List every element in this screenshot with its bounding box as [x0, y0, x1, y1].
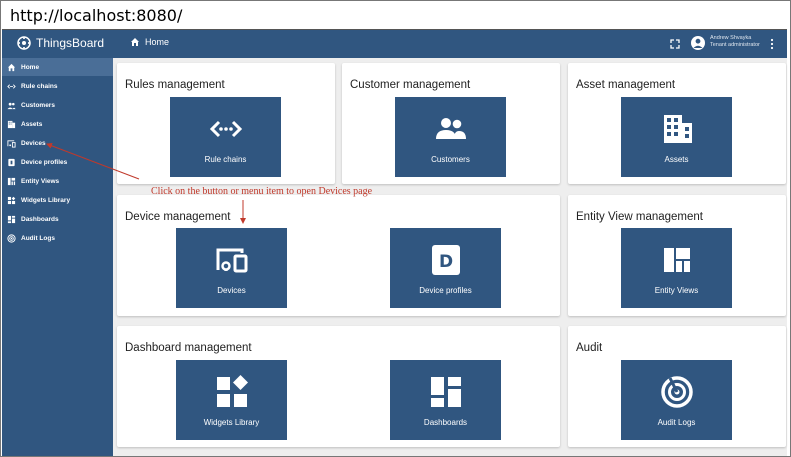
devices-icon [216, 248, 247, 273]
tile-label: Widgets Library [203, 418, 260, 427]
card-title: Rules management [125, 79, 225, 91]
dashboards-icon [7, 215, 16, 223]
entity-views-icon [7, 177, 16, 185]
audit-logs-icon [7, 233, 16, 243]
device-management-card: Device management Devices D Device profi… [117, 195, 560, 316]
tile-label: Device profiles [419, 286, 472, 295]
sidebar-item-label: Home [21, 63, 40, 71]
rules-management-card: Rules management Rule chains [117, 63, 335, 184]
more-vert-icon[interactable] [769, 38, 775, 50]
device-profile-icon [8, 158, 15, 166]
breadcrumb[interactable]: Home [130, 37, 169, 47]
devices-icon [7, 139, 16, 148]
tile-label: Dashboards [423, 418, 468, 427]
widgets-icon [216, 375, 248, 407]
sidebar-item-home[interactable]: Home [2, 58, 113, 76]
rule-chain-icon [209, 120, 242, 138]
top-toolbar: ThingsBoard Home Andrew Shvayka Tenant a… [2, 30, 787, 58]
tile-label: Audit Logs [657, 418, 696, 427]
sidebar: Home Rule chains Customers Assets Device… [2, 58, 113, 456]
card-title: Customer management [350, 79, 471, 91]
url-text: http://localhost:8080/ [10, 6, 183, 25]
sidebar-item-label: Customers [21, 101, 55, 109]
devices-tile[interactable]: Devices [176, 228, 287, 308]
audit-card: Audit Audit Logs [568, 326, 786, 447]
user-role: Tenant administrator [710, 42, 760, 48]
assets-tile[interactable]: Assets [621, 97, 732, 177]
sidebar-item-widgets-library[interactable]: Widgets Library [2, 191, 113, 209]
home-icon [131, 38, 139, 46]
tile-label: Assets [664, 155, 689, 164]
user-avatar[interactable] [691, 36, 705, 50]
app-name: ThingsBoard [36, 36, 105, 50]
sidebar-item-dashboards[interactable]: Dashboards [2, 210, 113, 228]
assets-icon [7, 120, 16, 128]
widgets-library-tile[interactable]: Widgets Library [176, 360, 287, 440]
assets-icon [663, 115, 692, 143]
dashboard-management-card: Dashboard management Widgets Library Das… [117, 326, 560, 447]
rule-chain-icon [7, 83, 16, 89]
sidebar-item-label: Rule chains [21, 82, 58, 90]
sidebar-item-entity-views[interactable]: Entity Views [2, 172, 113, 190]
user-info[interactable]: Andrew Shvayka Tenant administrator [710, 35, 760, 49]
audit-logs-icon [660, 376, 693, 408]
tile-label: Entity Views [654, 286, 699, 295]
audit-logs-tile[interactable]: Audit Logs [621, 360, 732, 440]
tile-label: Customers [431, 155, 470, 164]
customer-management-card: Customer management Customers [342, 63, 560, 184]
annotation-text: Click on the button or menu item to open… [151, 186, 373, 197]
device-profiles-tile[interactable]: D Device profiles [390, 228, 501, 308]
rule-chains-tile[interactable]: Rule chains [170, 97, 281, 177]
sidebar-item-rule-chains[interactable]: Rule chains [2, 77, 113, 95]
card-title: Device management [125, 211, 231, 223]
fullscreen-icon[interactable] [669, 38, 681, 50]
home-content: Rules management Rule chains Customer ma… [113, 58, 787, 456]
entity-view-management-card: Entity View management Entity Views [568, 195, 786, 316]
card-title: Entity View management [576, 211, 703, 223]
sidebar-item-devices[interactable]: Devices [2, 134, 113, 152]
screenshot-frame: http://localhost:8080/ ThingsBoard Home … [0, 0, 791, 457]
sidebar-item-label: Audit Logs [21, 234, 55, 242]
sidebar-item-customers[interactable]: Customers [2, 96, 113, 114]
card-title: Asset management [576, 79, 676, 91]
entity-views-tile[interactable]: Entity Views [621, 228, 732, 308]
sidebar-item-audit-logs[interactable]: Audit Logs [2, 229, 113, 247]
thingsboard-logo-icon [17, 36, 31, 50]
card-title: Audit [576, 342, 603, 354]
sidebar-item-assets[interactable]: Assets [2, 115, 113, 133]
svg-text:D: D [438, 252, 452, 272]
user-name: Andrew Shvayka [710, 35, 752, 41]
home-icon [7, 63, 16, 71]
entity-views-icon [663, 248, 690, 272]
dashboards-tile[interactable]: Dashboards [390, 360, 501, 440]
customers-icon [435, 118, 466, 139]
breadcrumb-label: Home [145, 37, 170, 47]
device-profile-icon: D [431, 245, 460, 275]
sidebar-item-device-profiles[interactable]: Device profiles [2, 153, 113, 171]
app-logo[interactable]: ThingsBoard [16, 35, 104, 51]
customers-icon [7, 102, 16, 109]
card-title: Dashboard management [125, 342, 252, 354]
account-circle-icon [693, 38, 703, 48]
tile-label: Devices [217, 286, 246, 295]
tile-label: Rule chains [204, 155, 247, 164]
asset-management-card: Asset management Assets [568, 63, 786, 184]
sidebar-item-label: Entity Views [21, 177, 60, 185]
sidebar-item-label: Assets [21, 120, 43, 128]
widgets-icon [7, 196, 16, 204]
sidebar-item-label: Widgets Library [21, 196, 71, 204]
address-bar[interactable]: http://localhost:8080/ [2, 2, 787, 30]
sidebar-item-label: Dashboards [21, 215, 59, 223]
customers-tile[interactable]: Customers [395, 97, 506, 177]
sidebar-item-label: Device profiles [21, 158, 68, 166]
sidebar-item-label: Devices [21, 139, 46, 147]
dashboards-icon [430, 377, 461, 407]
